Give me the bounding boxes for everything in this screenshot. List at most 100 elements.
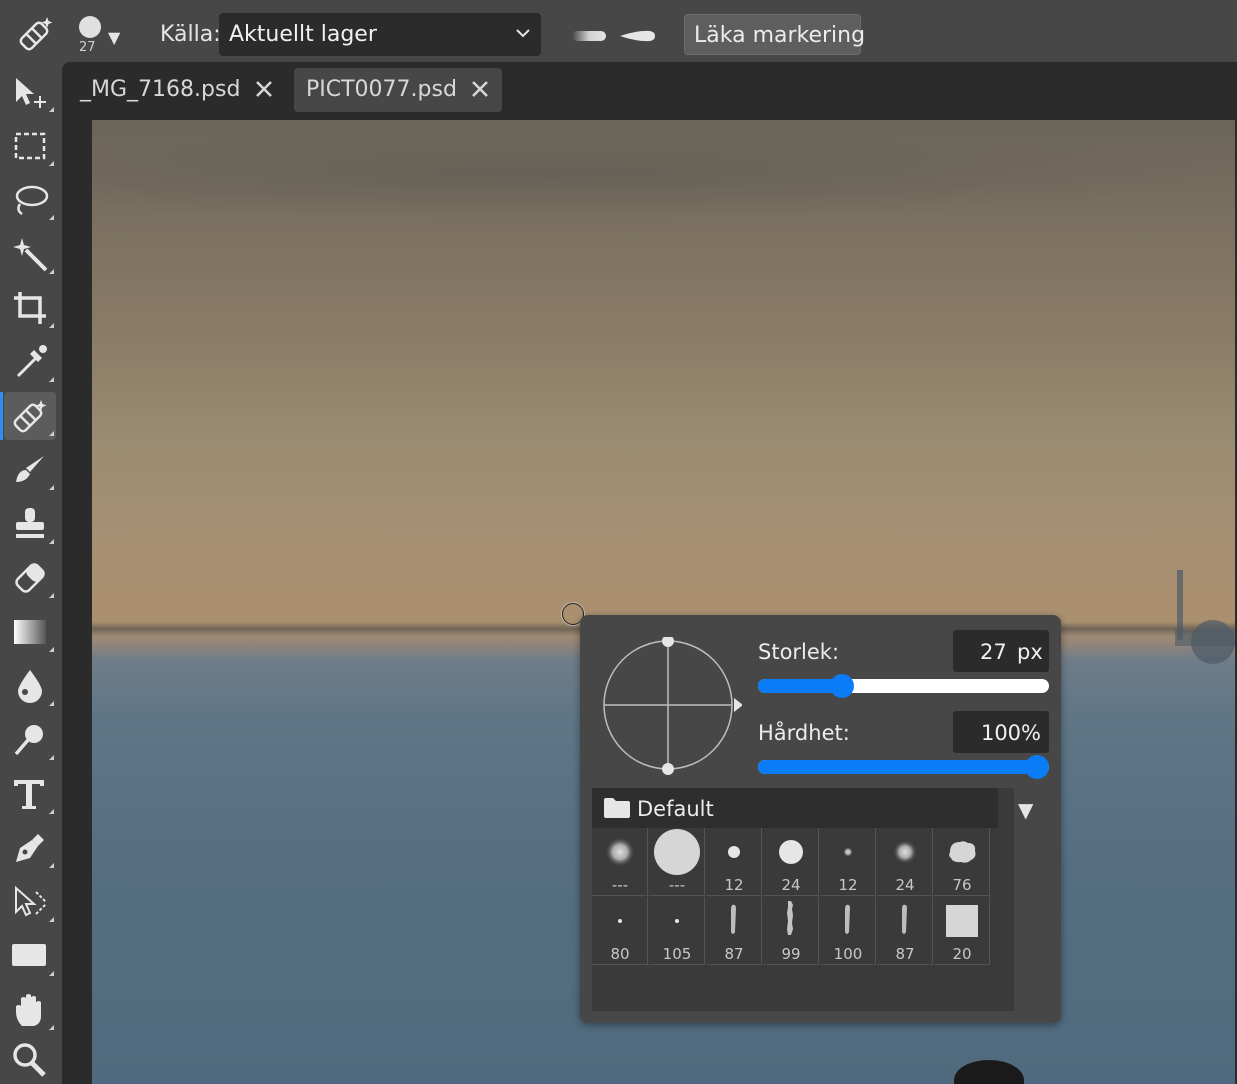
size-value: 27	[980, 640, 1007, 664]
brush-preset-preview	[949, 841, 976, 863]
hard-stroke-icon[interactable]	[570, 28, 608, 44]
blur-tool[interactable]	[4, 662, 56, 710]
dropdown-caret-icon: ▼	[108, 28, 121, 47]
document-tabs: _MG_7168.psd PICT0077.psd	[62, 62, 1237, 118]
tool-group-indicator	[49, 485, 54, 490]
tool-group-indicator	[49, 863, 54, 868]
brush-preset-item[interactable]: 12	[706, 828, 762, 896]
canvas-image-detail	[92, 130, 1235, 220]
chevron-down-icon	[516, 29, 530, 38]
canvas-image-detail	[954, 1060, 1024, 1084]
preset-menu-arrow-icon[interactable]: ▼	[1018, 798, 1033, 822]
close-icon[interactable]	[470, 79, 490, 99]
tool-group-indicator	[49, 1025, 54, 1030]
brush-tip-preview	[79, 16, 101, 38]
brush-tool[interactable]	[4, 446, 56, 494]
zoom-icon	[13, 1043, 46, 1077]
brush-preset-item[interactable]: 87	[877, 897, 933, 965]
pen-tool[interactable]	[4, 824, 56, 872]
tool-group-indicator	[49, 917, 54, 922]
hardness-input[interactable]: 100%	[953, 711, 1049, 753]
drop-icon	[18, 670, 42, 703]
size-slider-knob[interactable]	[830, 674, 855, 698]
brush-preset-item[interactable]: 24	[877, 828, 933, 896]
crop-tool[interactable]	[4, 284, 56, 332]
tapered-stroke-icon[interactable]	[618, 28, 656, 44]
options-bar: 27 ▼ Källa: Aktuellt lager Läka markerin…	[0, 0, 1237, 68]
brush-preset-item[interactable]: 76	[934, 828, 990, 896]
hardness-slider[interactable]	[758, 755, 1049, 779]
heal-selection-button[interactable]: Läka markering	[684, 14, 865, 55]
clone-stamp-tool[interactable]	[4, 500, 56, 548]
brush-preset-size-label: 76	[952, 876, 972, 894]
hardness-value: 100%	[980, 721, 1041, 745]
tool-group-indicator	[49, 755, 54, 760]
magic-wand-icon	[13, 238, 48, 272]
brush-preset-item[interactable]: 12	[820, 828, 876, 896]
tool-group-indicator	[49, 269, 54, 274]
brush-preset-item[interactable]: 99	[763, 897, 819, 965]
brush-preset-size-label: 80	[610, 945, 630, 963]
shape-tool[interactable]	[4, 932, 56, 980]
source-select[interactable]: Aktuellt lager	[219, 13, 541, 56]
brush-preset-preview	[845, 904, 850, 934]
lasso-tool[interactable]	[4, 176, 56, 224]
brush-preset-preview	[893, 840, 917, 864]
canvas-image-detail	[1175, 570, 1235, 664]
move-tool[interactable]	[4, 68, 56, 116]
gradient-icon	[14, 620, 46, 644]
hand-tool[interactable]	[4, 986, 56, 1034]
path-select-tool[interactable]	[4, 878, 56, 926]
type-tool[interactable]	[4, 770, 56, 818]
tool-group-indicator	[49, 431, 54, 436]
dodge-tool[interactable]	[4, 716, 56, 764]
brush-preset-item[interactable]: 100	[820, 897, 876, 965]
healing-brush-tool[interactable]	[0, 392, 56, 440]
marquee-icon	[14, 132, 46, 160]
tab-pict0077[interactable]: PICT0077.psd	[294, 68, 502, 112]
brush-preset-picker[interactable]: 27 ▼	[76, 14, 128, 58]
bandage-icon[interactable]	[16, 14, 56, 54]
brush-preset-size-label: 100	[833, 945, 863, 963]
brush-preset-size-label: 99	[781, 945, 801, 963]
marquee-tool[interactable]	[4, 122, 56, 170]
close-icon[interactable]	[254, 79, 274, 99]
brush-settings-panel: Storlek: 27 px Hårdhet: 100% Default ---…	[580, 615, 1061, 1023]
brush-icon	[16, 456, 44, 482]
brush-preset-size-label: 87	[724, 945, 744, 963]
zoom-tool[interactable]	[4, 1036, 56, 1084]
magic-wand-tool[interactable]	[4, 230, 56, 278]
tool-group-indicator	[49, 593, 54, 598]
brush-preset-list: Default --- --- 12 24 12 24 76 80 105 87 99 100 87 20	[592, 788, 1014, 1011]
brush-preset-item[interactable]: 20	[934, 897, 990, 965]
brush-preset-item[interactable]: ---	[592, 828, 648, 896]
tools-panel	[0, 68, 62, 1084]
tool-group-indicator	[49, 971, 54, 976]
brush-preset-preview	[731, 904, 736, 934]
tool-group-indicator	[49, 215, 54, 220]
brush-size-indicator: 27	[79, 40, 96, 55]
hardness-slider-knob[interactable]	[1025, 755, 1049, 779]
brush-angle-widget[interactable]	[602, 637, 742, 777]
tab-mg-7168[interactable]: _MG_7168.psd	[68, 68, 284, 112]
preset-folder-header[interactable]: Default	[592, 788, 998, 828]
tab-label: PICT0077.psd	[306, 77, 457, 102]
eraser-tool[interactable]	[4, 554, 56, 602]
brush-preset-preview	[787, 901, 793, 935]
tool-group-indicator	[49, 107, 54, 112]
stamp-icon	[16, 508, 44, 538]
preset-folder-name: Default	[637, 797, 714, 821]
gradient-tool[interactable]	[4, 608, 56, 656]
brush-preset-item[interactable]: 24	[763, 828, 819, 896]
size-input[interactable]: 27 px	[953, 630, 1049, 672]
brush-preset-item[interactable]: 87	[706, 897, 762, 965]
brush-preset-item[interactable]: 105	[649, 897, 705, 965]
brush-preset-size-label: 87	[895, 945, 915, 963]
brush-preset-item[interactable]: 80	[592, 897, 648, 965]
tool-group-indicator	[49, 377, 54, 382]
crop-icon	[14, 292, 46, 324]
brush-preset-size-label: 12	[724, 876, 744, 894]
brush-preset-item[interactable]: ---	[649, 828, 705, 896]
size-slider[interactable]	[758, 674, 1049, 698]
eyedropper-tool[interactable]	[4, 338, 56, 386]
